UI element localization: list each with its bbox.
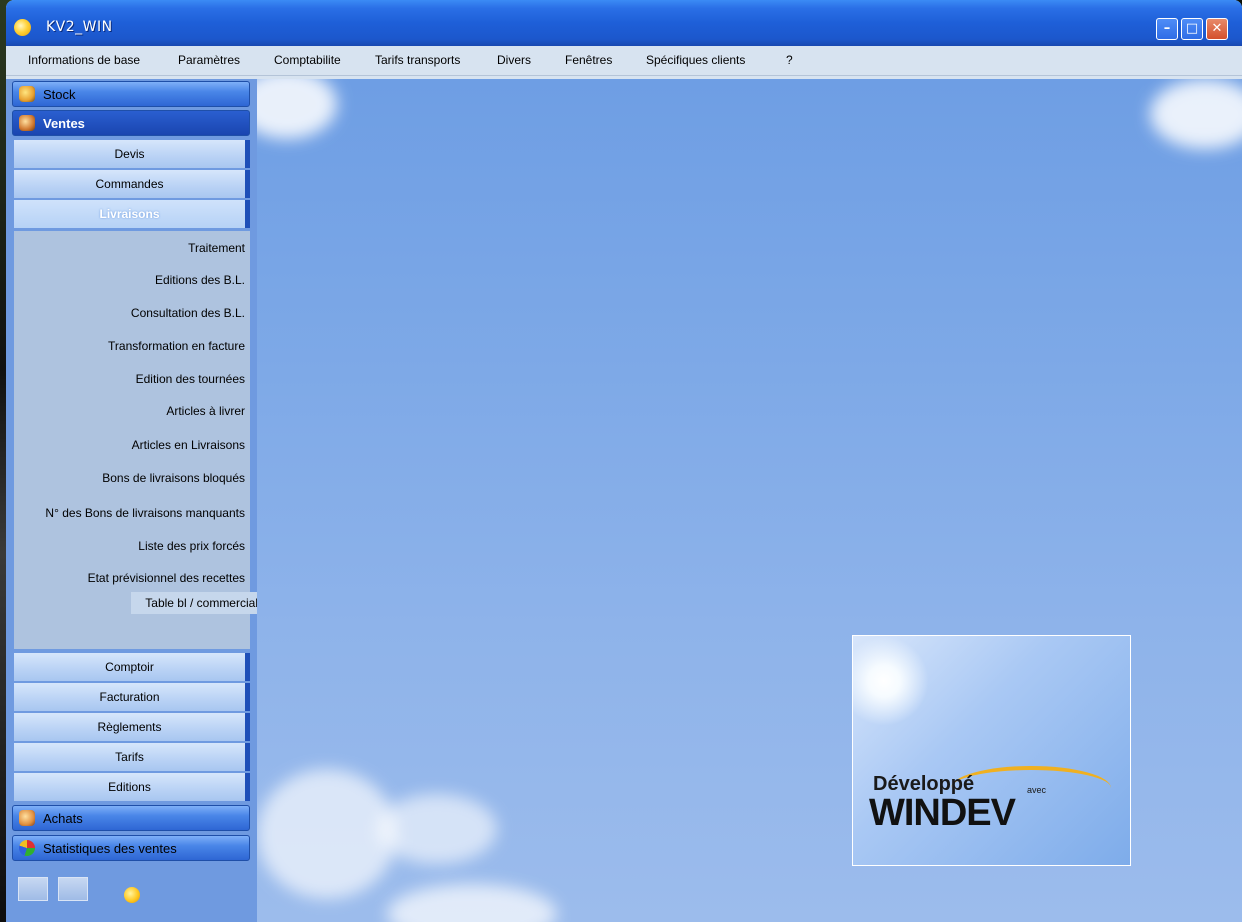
menu-divers[interactable]: Divers [497,53,531,67]
application-window: KV2_WIN – □ ✕ Informations de base Param… [6,0,1242,922]
refresh-tool-button[interactable] [18,877,48,901]
option-consultation-des-bl[interactable]: Consultation des B.L. [131,306,245,320]
sidebar-item-comptoir[interactable]: Comptoir [14,653,250,681]
stock-icon [19,86,35,102]
sidebar-item-devis[interactable]: Devis [14,140,250,168]
sidebar-item-facturation[interactable]: Facturation [14,683,250,711]
logo-avec: avec [1027,785,1047,795]
option-articles-en-livraisons[interactable]: Articles en Livraisons [132,438,245,452]
group-stock[interactable]: Stock [12,81,250,107]
sidebar: Stock Ventes Devis Commandes Livraisons … [6,79,264,922]
info-tool-button[interactable] [58,877,88,901]
group-ventes[interactable]: Ventes [12,110,250,136]
ventes-icon [19,115,35,131]
option-traitement[interactable]: Traitement [188,241,245,255]
title-bar[interactable]: KV2_WIN – □ ✕ [6,0,1242,46]
option-bons-de-livraisons-bloques[interactable]: Bons de livraisons bloqués [102,471,245,485]
cloud-decoration [387,884,557,922]
cloud-decoration [1150,79,1242,149]
menu-bar: Informations de base Paramètres Comptabi… [6,46,1242,76]
sidebar-item-commandes[interactable]: Commandes [14,170,250,198]
group-stock-label: Stock [43,87,76,102]
menu-tarifs-transports[interactable]: Tarifs transports [375,53,460,67]
group-statistiques[interactable]: Statistiques des ventes [12,835,250,861]
sidebar-item-tarifs[interactable]: Tarifs [14,743,250,771]
menu-informations-de-base[interactable]: Informations de base [28,53,140,67]
sidebar-item-reglements[interactable]: Règlements [14,713,250,741]
livraisons-options-panel: Traitement Editions des B.L. Consultatio… [14,231,264,649]
logo-sun [853,636,929,726]
option-articles-a-livrer[interactable]: Articles à livrer [166,404,245,418]
menu-help[interactable]: ? [786,53,793,67]
app-small-icon [124,887,140,903]
maximize-button[interactable]: □ [1181,18,1203,40]
menu-comptabilite[interactable]: Comptabilite [274,53,341,67]
group-achats[interactable]: Achats [12,805,250,831]
minimize-button[interactable]: – [1156,18,1178,40]
option-table-bl-commercial[interactable]: Table bl / commercial [131,592,264,614]
option-edition-des-tournees[interactable]: Edition des tournées [136,372,245,386]
option-liste-des-prix-forces[interactable]: Liste des prix forcés [138,539,245,553]
option-numeros-bons-manquants[interactable]: N° des Bons de livraisons manquants [45,506,245,520]
app-icon [14,19,31,36]
group-statistiques-label: Statistiques des ventes [43,841,177,856]
achats-icon [19,810,35,826]
sidebar-item-livraisons[interactable]: Livraisons [14,200,250,228]
menu-fenetres[interactable]: Fenêtres [565,53,612,67]
cloud-decoration [377,794,497,864]
group-achats-label: Achats [43,811,83,826]
menu-parametres[interactable]: Paramètres [178,53,240,67]
windev-logo: Développé avec WINDEV [852,635,1131,866]
option-etat-previsionnel-des-recettes[interactable]: Etat prévisionnel des recettes [88,571,245,585]
close-button[interactable]: ✕ [1206,18,1228,40]
sidebar-item-editions[interactable]: Editions [14,773,250,801]
cloud-decoration [257,79,337,139]
option-editions-des-bl[interactable]: Editions des B.L. [155,273,245,287]
statistics-icon [19,840,35,856]
logo-windev: WINDEV [869,792,1016,834]
window-title: KV2_WIN [46,19,113,35]
group-ventes-label: Ventes [43,116,85,131]
menu-specifiques-clients[interactable]: Spécifiques clients [646,53,745,67]
option-transformation-en-facture[interactable]: Transformation en facture [108,339,245,353]
main-workspace: Développé avec WINDEV [257,79,1242,922]
cloud-decoration [257,769,397,899]
